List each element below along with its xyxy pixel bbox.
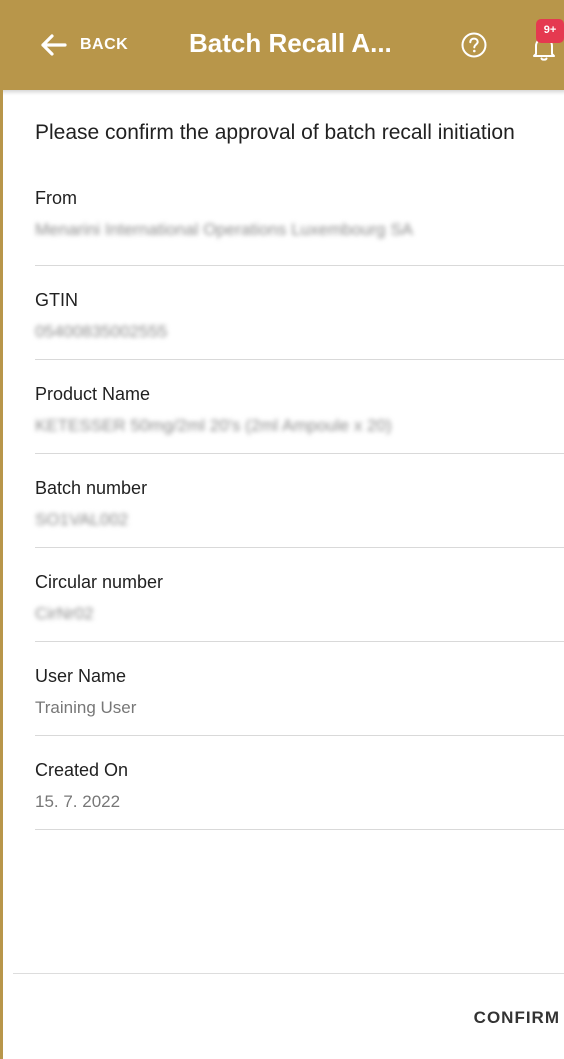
field-created-on: Created On 15. 7. 2022 bbox=[35, 736, 564, 830]
confirmation-prompt: Please confirm the approval of batch rec… bbox=[35, 121, 515, 144]
back-button[interactable]: BACK bbox=[38, 30, 128, 60]
footer-divider bbox=[13, 973, 564, 974]
back-label: BACK bbox=[80, 36, 129, 53]
field-label: User Name bbox=[35, 666, 127, 686]
notification-badge: 9+ bbox=[536, 19, 564, 43]
field-label: GTIN bbox=[35, 290, 78, 310]
field-circular-number: Circular number CirNr02 bbox=[35, 548, 564, 642]
field-product-name: Product Name KETESSER 50mg/2ml 20's (2ml… bbox=[35, 360, 564, 454]
page-title: Batch Recall A... bbox=[189, 28, 392, 58]
app-frame: BACK Batch Recall A... 9+ Please confirm… bbox=[0, 0, 564, 1059]
field-from: From Menarini International Operations L… bbox=[35, 182, 564, 266]
arrow-left-icon bbox=[38, 30, 68, 60]
app-bar: BACK Batch Recall A... 9+ bbox=[3, 0, 564, 90]
confirmation-content: Please confirm the approval of batch rec… bbox=[35, 90, 564, 830]
field-label: Batch number bbox=[35, 478, 148, 498]
field-value: 05400835002555 bbox=[35, 322, 168, 341]
detail-list: From Menarini International Operations L… bbox=[35, 182, 564, 830]
field-value: SO1VAL002 bbox=[35, 510, 129, 529]
help-circle-icon bbox=[461, 32, 487, 58]
field-value: 15. 7. 2022 bbox=[35, 792, 121, 811]
field-label: Created On bbox=[35, 760, 129, 780]
field-value: Training User bbox=[35, 698, 137, 717]
field-batch-number: Batch number SO1VAL002 bbox=[35, 454, 564, 548]
field-label: From bbox=[35, 188, 77, 208]
field-label: Product Name bbox=[35, 384, 151, 404]
field-user-name: User Name Training User bbox=[35, 642, 564, 736]
field-label: Circular number bbox=[35, 572, 164, 592]
confirm-button[interactable]: CONFIRM bbox=[474, 1008, 560, 1028]
help-button[interactable] bbox=[460, 31, 488, 59]
field-gtin: GTIN 05400835002555 bbox=[35, 266, 564, 360]
field-value: CirNr02 bbox=[35, 604, 94, 623]
field-value: Menarini International Operations Luxemb… bbox=[35, 220, 413, 239]
field-value: KETESSER 50mg/2ml 20's (2ml Ampoule x 20… bbox=[35, 416, 392, 435]
